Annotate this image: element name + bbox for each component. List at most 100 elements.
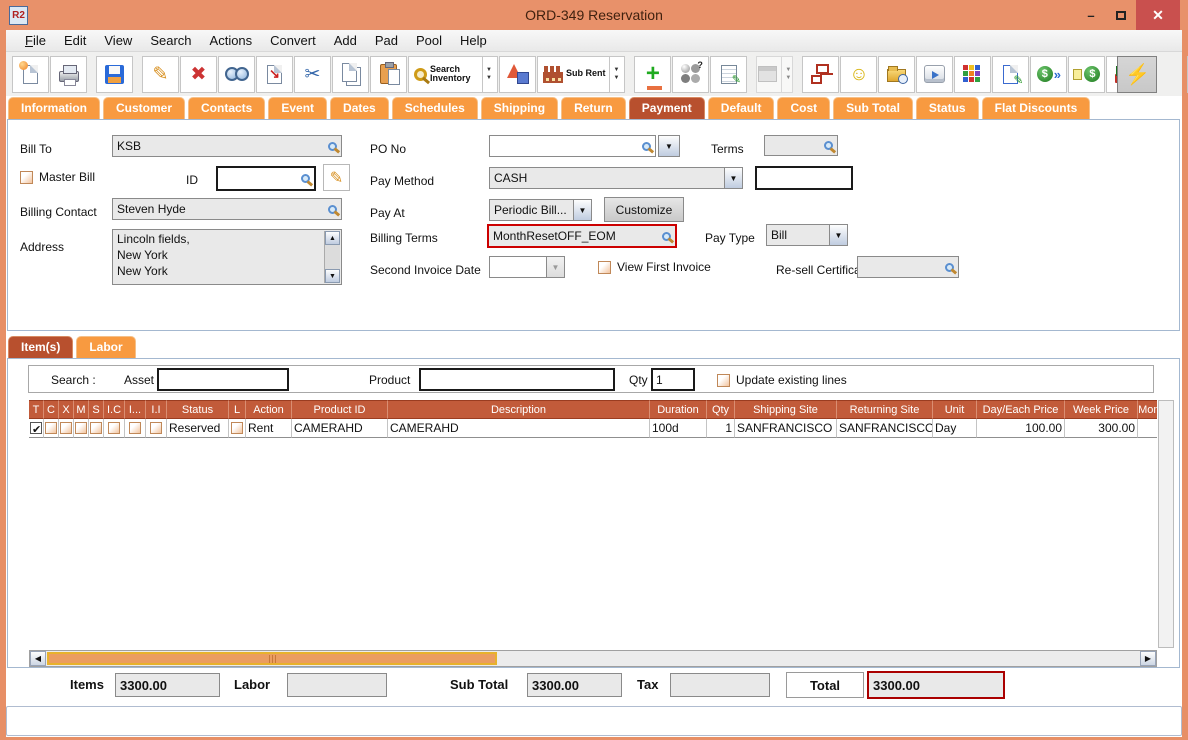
master-bill-checkbox[interactable] (20, 170, 33, 184)
cell-t[interactable] (29, 419, 44, 438)
hscroll-left-icon[interactable]: ◀ (30, 651, 46, 666)
column-header-product-id[interactable]: Product ID (292, 400, 388, 419)
calendar-button[interactable]: ▼ ▼ (756, 55, 794, 93)
billing-contact-search-icon[interactable] (328, 204, 337, 214)
cell-l[interactable] (229, 419, 246, 438)
row-checkbox-i-i[interactable] (150, 422, 162, 434)
tab-schedules[interactable]: Schedules (391, 97, 478, 119)
notes-button[interactable] (710, 55, 748, 93)
column-header-status[interactable]: Status (167, 400, 229, 419)
close-button[interactable]: ✕ (1136, 0, 1180, 30)
items-vertical-scrollbar[interactable] (1158, 400, 1174, 648)
qty-input[interactable]: 1 (651, 368, 695, 391)
address-scroll-up-icon[interactable]: ▲ (325, 231, 340, 245)
tab-payment[interactable]: Payment (628, 97, 705, 119)
cell-shipping-site[interactable]: SANFRANCISCO (735, 419, 837, 438)
column-header-duration[interactable]: Duration (650, 400, 707, 419)
maximize-button[interactable] (1106, 0, 1136, 30)
resell-field[interactable] (857, 256, 959, 278)
tab-shipping[interactable]: Shipping (480, 97, 559, 119)
column-header-description[interactable]: Description (388, 400, 650, 419)
column-header-s[interactable]: S (89, 400, 104, 419)
cell-m[interactable] (74, 419, 89, 438)
po-no-dropdown-button[interactable]: ▼ (658, 135, 680, 157)
column-header-week-price[interactable]: Week Price (1065, 400, 1138, 419)
row-checkbox-t[interactable] (30, 421, 42, 437)
search-inventory-dropdown-icon[interactable]: ▼ ▼ (482, 56, 492, 92)
second-invoice-combo[interactable]: ▼ (489, 256, 565, 278)
pay-at-dropdown-icon[interactable]: ▼ (573, 200, 591, 220)
customize-button[interactable]: Customize (604, 197, 684, 222)
menu-add[interactable]: Add (325, 33, 366, 48)
tab-contacts[interactable]: Contacts (188, 97, 266, 119)
cell-qty[interactable]: 1 (707, 419, 735, 438)
tab-cost[interactable]: Cost (777, 97, 831, 119)
item-tab-labor[interactable]: Labor (76, 336, 136, 358)
find-button[interactable] (218, 55, 255, 93)
column-header-month-price[interactable]: Month Price (1138, 400, 1157, 419)
column-header-l[interactable]: L (229, 400, 246, 419)
menu-convert[interactable]: Convert (261, 33, 325, 48)
pay-at-combo[interactable]: Periodic Bill... ▼ (489, 199, 592, 221)
column-header-qty[interactable]: Qty (707, 400, 735, 419)
billing-terms-search-icon[interactable] (662, 231, 671, 241)
cell-day-each-price[interactable]: 100.00 (977, 419, 1065, 438)
cell-s[interactable] (89, 419, 104, 438)
cell-month-price[interactable]: 900.00 (1138, 419, 1157, 438)
po-no-field[interactable] (489, 135, 656, 157)
invoice-edit-button[interactable] (992, 55, 1030, 93)
cubes-button[interactable] (954, 55, 992, 93)
cell-i[interactable] (125, 419, 146, 438)
item-tab-item-s[interactable]: Item(s) (8, 336, 74, 358)
table-row[interactable]: ReservedRentCAMERAHDCAMERAHD100d1SANFRAN… (29, 419, 1157, 438)
cut-button[interactable]: ✂ (294, 55, 331, 93)
tab-information[interactable]: Information (8, 97, 100, 119)
row-checkbox-m[interactable] (75, 422, 87, 434)
terms-field[interactable] (764, 135, 838, 156)
column-header-day-each-price[interactable]: Day/Each Price (977, 400, 1065, 419)
pay-method-extra-field[interactable] (755, 166, 853, 190)
tab-default[interactable]: Default (707, 97, 775, 119)
money-note-button[interactable]: $ (1068, 55, 1106, 93)
cell-status[interactable]: Reserved (167, 419, 229, 438)
bill-to-search-icon[interactable] (328, 141, 337, 151)
tab-sub-total[interactable]: Sub Total (833, 97, 913, 119)
new-document-button[interactable] (12, 55, 49, 93)
minimize-button[interactable]: – (1076, 0, 1106, 30)
tab-return[interactable]: Return (561, 97, 626, 119)
row-checkbox-i-c[interactable] (108, 422, 120, 434)
flash-button[interactable]: ⚡ (1117, 55, 1158, 93)
folder-history-button[interactable] (878, 55, 916, 93)
row-checkbox-l[interactable] (231, 422, 243, 434)
tab-status[interactable]: Status (915, 97, 979, 119)
paste-special-button[interactable]: ↘ (256, 55, 293, 93)
column-header-action[interactable]: Action (246, 400, 292, 419)
org-chart-button[interactable] (802, 55, 840, 93)
menu-help[interactable]: Help (451, 33, 496, 48)
print-button[interactable] (50, 55, 87, 93)
column-header-i-c[interactable]: I.C (104, 400, 125, 419)
pay-method-combo[interactable]: CASH ▼ (489, 167, 743, 189)
tab-event[interactable]: Event (268, 97, 328, 119)
cell-week-price[interactable]: 300.00 (1065, 419, 1138, 438)
shapes-button[interactable] (498, 55, 536, 93)
column-header-t[interactable]: T (29, 400, 44, 419)
add-line-button[interactable]: + (634, 55, 672, 93)
cell-unit[interactable]: Day (933, 419, 977, 438)
row-checkbox-c[interactable] (45, 422, 57, 434)
column-header-i[interactable]: I... (125, 400, 146, 419)
column-header-x[interactable]: X (59, 400, 74, 419)
hscroll-thumb[interactable] (47, 652, 497, 665)
copy-button[interactable] (332, 55, 369, 93)
pay-type-dropdown-icon[interactable]: ▼ (829, 225, 847, 245)
resell-search-icon[interactable] (945, 262, 954, 272)
column-header-unit[interactable]: Unit (933, 400, 977, 419)
hscroll-right-icon[interactable]: ▶ (1140, 651, 1156, 666)
column-header-c[interactable]: C (44, 400, 59, 419)
cell-x[interactable] (59, 419, 74, 438)
tab-dates[interactable]: Dates (330, 97, 389, 119)
billing-contact-field[interactable]: Steven Hyde (112, 198, 342, 220)
cell-action[interactable]: Rent (246, 419, 292, 438)
paste-button[interactable] (370, 55, 407, 93)
keyboard-button[interactable] (916, 55, 954, 93)
